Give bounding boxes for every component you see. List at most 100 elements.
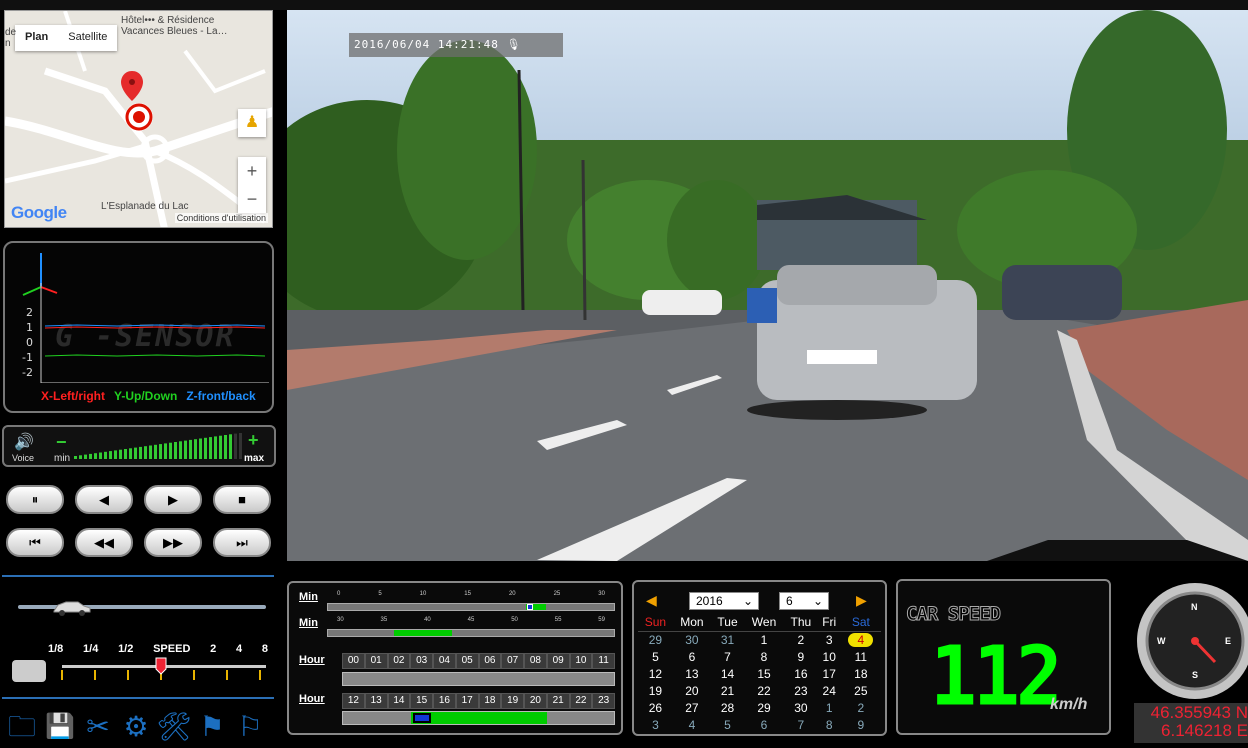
month-select[interactable]: 6 ⌄ [779, 592, 829, 610]
speed-1-2[interactable]: 1/2 [118, 643, 133, 655]
day-cell[interactable]: 5 [638, 649, 673, 666]
flag-icon[interactable]: ⚑ [194, 709, 230, 745]
day-cell[interactable]: 1 [818, 700, 841, 717]
day-cell[interactable]: 15 [744, 666, 784, 683]
hour-cell[interactable]: 02 [387, 653, 411, 669]
day-cell[interactable]: 14 [711, 666, 744, 683]
hour-cell[interactable]: 03 [410, 653, 433, 669]
hour-cell[interactable]: 21 [546, 693, 570, 709]
hour-cell[interactable]: 18 [478, 693, 502, 709]
day-cell[interactable]: 2 [784, 632, 818, 650]
speed-8[interactable]: 8 [262, 643, 268, 655]
hour-cell[interactable]: 11 [592, 653, 615, 669]
day-cell[interactable]: 28 [711, 700, 744, 717]
hour-cell[interactable]: 15 [410, 693, 433, 709]
rewind-button[interactable]: ◀◀ [75, 528, 133, 557]
min-bar-1[interactable] [327, 603, 615, 611]
day-cell-selected[interactable]: 4 [841, 632, 881, 650]
prev-frame-button[interactable]: ◀ [75, 485, 133, 514]
hour-cell[interactable]: 05 [455, 653, 479, 669]
hour-cell[interactable]: 10 [569, 653, 593, 669]
flag-pin-icon[interactable]: ⚐ [232, 709, 268, 745]
volume-slider[interactable] [74, 433, 244, 463]
hour-cell[interactable]: 19 [501, 693, 524, 709]
day-cell[interactable]: 3 [818, 632, 841, 650]
min-bar-2[interactable] [327, 629, 615, 637]
day-cell[interactable]: 8 [744, 649, 784, 666]
location-pin-icon[interactable] [119, 69, 159, 135]
hour-cell[interactable]: 12 [342, 693, 365, 709]
day-cell[interactable]: 4 [673, 717, 711, 734]
day-cell[interactable]: 25 [841, 683, 881, 700]
hour-cell[interactable]: 04 [433, 653, 456, 669]
zoom-in-button[interactable]: + [238, 157, 266, 185]
day-cell[interactable]: 10 [818, 649, 841, 666]
speed-1-4[interactable]: 1/4 [83, 643, 98, 655]
hour-cell[interactable]: 06 [478, 653, 502, 669]
day-cell[interactable]: 16 [784, 666, 818, 683]
day-cell[interactable]: 20 [673, 683, 711, 700]
day-cell[interactable]: 26 [638, 700, 673, 717]
stop-button[interactable]: ■ [213, 485, 271, 514]
day-cell[interactable]: 2 [841, 700, 881, 717]
day-cell[interactable]: 23 [784, 683, 818, 700]
speed-slider-thumb[interactable] [155, 657, 167, 675]
day-cell[interactable]: 9 [841, 717, 881, 734]
tools-icon[interactable]: 🛠 [156, 709, 192, 745]
day-cell[interactable]: 18 [841, 666, 881, 683]
folder-icon[interactable]: 🗀 [4, 709, 40, 745]
video-frame[interactable] [287, 10, 1248, 561]
hour-cell[interactable]: 23 [592, 693, 615, 709]
prev-month-icon[interactable]: ◀ [646, 592, 657, 609]
scissors-icon[interactable]: ✂ [80, 709, 116, 745]
map-panel[interactable]: Plan Satellite Hôtel••• & Résidence Vaca… [4, 10, 273, 228]
hour-cell[interactable]: 08 [524, 653, 547, 669]
day-cell[interactable]: 8 [818, 717, 841, 734]
hour-cell[interactable]: 17 [455, 693, 479, 709]
day-cell[interactable]: 7 [784, 717, 818, 734]
day-cell[interactable]: 27 [673, 700, 711, 717]
hour-bar-2[interactable] [342, 711, 615, 725]
hour-cell[interactable]: 20 [524, 693, 547, 709]
hour-cell[interactable]: 00 [342, 653, 365, 669]
tab-satellite[interactable]: Satellite [58, 25, 117, 51]
hour-cell[interactable]: 07 [501, 653, 524, 669]
gear-icon[interactable]: ⚙ [118, 709, 154, 745]
day-cell[interactable]: 5 [711, 717, 744, 734]
day-cell[interactable]: 31 [711, 632, 744, 650]
car-icon[interactable] [52, 597, 92, 617]
tab-plan[interactable]: Plan [15, 25, 58, 51]
hour-cell[interactable]: 16 [433, 693, 456, 709]
hour-cell[interactable]: 14 [387, 693, 411, 709]
hour-cell[interactable]: 13 [364, 693, 388, 709]
save-icon[interactable]: 💾 [42, 709, 78, 745]
volume-minus-button[interactable]: − [56, 432, 67, 453]
volume-plus-button[interactable]: + [248, 430, 259, 451]
day-cell[interactable]: 13 [673, 666, 711, 683]
day-cell[interactable]: 22 [744, 683, 784, 700]
street-view-icon[interactable]: ♟ [238, 109, 266, 137]
pause-button[interactable]: ⏸ [6, 485, 64, 514]
day-cell[interactable]: 11 [841, 649, 881, 666]
day-cell[interactable]: 21 [711, 683, 744, 700]
speaker-icon[interactable]: 🔊 [14, 432, 34, 452]
hour-cell[interactable]: 09 [546, 653, 570, 669]
day-cell[interactable]: 7 [711, 649, 744, 666]
terms-link[interactable]: Conditions d'utilisation [174, 213, 268, 223]
speed-2[interactable]: 2 [210, 643, 216, 655]
day-cell[interactable]: 19 [638, 683, 673, 700]
speed-4[interactable]: 4 [236, 643, 242, 655]
day-cell[interactable]: 24 [818, 683, 841, 700]
next-month-icon[interactable]: ▶ [856, 592, 867, 609]
fast-forward-button[interactable]: ▶▶ [144, 528, 202, 557]
speed-1-8[interactable]: 1/8 [48, 643, 63, 655]
day-cell[interactable]: 29 [638, 632, 673, 650]
day-cell[interactable]: 30 [784, 700, 818, 717]
play-button[interactable]: ▶ [144, 485, 202, 514]
last-button[interactable]: ⏭ [213, 528, 271, 557]
day-cell[interactable]: 1 [744, 632, 784, 650]
zoom-out-button[interactable]: − [238, 185, 266, 213]
hour-bar-1[interactable] [342, 672, 615, 686]
day-cell[interactable]: 3 [638, 717, 673, 734]
hour-cell[interactable]: 01 [364, 653, 388, 669]
